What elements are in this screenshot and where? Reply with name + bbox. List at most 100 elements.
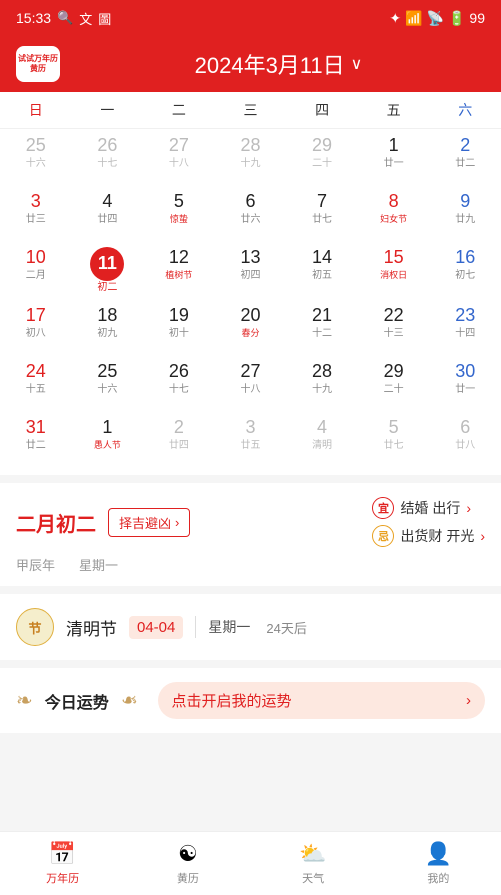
- fortune-button[interactable]: 点击开启我的运势 ›: [158, 682, 485, 719]
- ji-row[interactable]: 忌 出货财 开光 ›: [372, 525, 485, 547]
- festival-date-badge: 04-04: [129, 616, 183, 639]
- date-picker-chevron[interactable]: ∨: [351, 54, 363, 74]
- mine-nav-icon: 👤: [425, 841, 452, 867]
- fortune-deco-right-icon: ❧: [121, 688, 138, 713]
- day-cell[interactable]: 10二月: [0, 241, 72, 299]
- day-cell[interactable]: 11初二: [72, 241, 144, 299]
- day-sub: 惊蛰: [170, 215, 188, 224]
- day-cell[interactable]: 14 初五: [286, 241, 358, 299]
- day-cell[interactable]: 5惊蛰: [143, 185, 215, 241]
- day-cell[interactable]: 3廿三: [0, 185, 72, 241]
- day-number: 27: [240, 361, 260, 383]
- day-cell[interactable]: 2廿四: [143, 411, 215, 467]
- nav-item-calendar[interactable]: 📅 万年历: [0, 832, 125, 895]
- day-number: 6: [245, 191, 255, 213]
- day-sub: 十四: [455, 329, 475, 339]
- day-cell[interactable]: 13初四: [215, 241, 287, 299]
- day-cell[interactable]: 2廿二: [429, 129, 501, 185]
- day-cell[interactable]: 27十八: [143, 129, 215, 185]
- ji-badge: 忌: [372, 525, 394, 547]
- fortune-btn-arrow: ›: [466, 692, 471, 709]
- day-cell[interactable]: 21十二: [286, 299, 358, 355]
- day-cell[interactable]: 25十六: [0, 129, 72, 185]
- day-cell[interactable]: 23十四: [429, 299, 501, 355]
- day-cell[interactable]: 16初七: [429, 241, 501, 299]
- day-cell[interactable]: 4清明: [286, 411, 358, 467]
- status-icons: ✦ 📶 📡 🔋 99: [389, 10, 485, 27]
- day-cell[interactable]: 4廿四: [72, 185, 144, 241]
- day-cell[interactable]: 19初十: [143, 299, 215, 355]
- day-cell[interactable]: 1廿一: [358, 129, 430, 185]
- nav-item-weather[interactable]: ⛅ 天气: [251, 832, 376, 895]
- lunar-info-section: 二月初二 择吉避凶 › 宜 结婚 出行 › 忌 出货财 开光 › 甲辰年 星: [0, 483, 501, 586]
- nav-label-calendar: 万年历: [46, 870, 79, 886]
- day-cell[interactable]: 18初九: [72, 299, 144, 355]
- time-display: 15:33: [16, 10, 51, 26]
- 择吉避凶-button[interactable]: 择吉避凶 ›: [108, 508, 190, 537]
- day-sub: 二十: [384, 385, 404, 395]
- day-cell[interactable]: 9廿九: [429, 185, 501, 241]
- status-time: 15:33 🔍 文 圖: [16, 9, 111, 28]
- zhaiji-label: 择吉避凶: [119, 513, 171, 532]
- day-cell[interactable]: 26十七: [143, 355, 215, 411]
- day-cell[interactable]: 28十九: [286, 355, 358, 411]
- festival-badge: 节: [16, 608, 54, 646]
- weekday-sat: 六: [429, 92, 501, 128]
- fortune-section: ❧ 今日运势 ❧ 点击开启我的运势 ›: [0, 668, 501, 733]
- calendar-nav-icon: 📅: [49, 841, 76, 867]
- day-number: 3: [245, 417, 255, 439]
- day-cell[interactable]: 26十七: [72, 129, 144, 185]
- day-number: 1: [389, 135, 399, 157]
- day-cell[interactable]: 20春分: [215, 299, 287, 355]
- header-date-title[interactable]: 2024年3月11日 ∨: [72, 48, 485, 80]
- day-cell[interactable]: 28十九: [215, 129, 287, 185]
- day-cell[interactable]: 31廿二: [0, 411, 72, 467]
- day-cell[interactable]: 15消权日: [358, 241, 430, 299]
- calendar-grid: 25十六26十七27十八28十九29二十1廿一2廿二3廿三4廿四5惊蛰6廿六7廿…: [0, 129, 501, 467]
- day-cell[interactable]: 22十三: [358, 299, 430, 355]
- calendar-section: 日 一 二 三 四 五 六 25十六26十七27十八28十九29二十1廿一2廿二…: [0, 92, 501, 475]
- day-cell[interactable]: 27十八: [215, 355, 287, 411]
- day-number: 7: [317, 191, 327, 213]
- day-cell[interactable]: 5廿七: [358, 411, 430, 467]
- day-cell[interactable]: 3 廿五: [215, 411, 287, 467]
- festival-section[interactable]: 节 清明节 04-04 星期一 24天后: [0, 594, 501, 660]
- day-number: 14: [312, 247, 332, 269]
- day-number: 20: [240, 305, 260, 327]
- day-number: 29: [384, 361, 404, 383]
- ganzhi-year: 甲辰年: [16, 555, 55, 574]
- yi-row[interactable]: 宜 结婚 出行 ›: [372, 497, 485, 519]
- festival-days-later: 24天后: [266, 618, 306, 637]
- signal-icon: 📶: [405, 10, 422, 27]
- yi-badge: 宜: [372, 497, 394, 519]
- day-cell[interactable]: 29二十: [286, 129, 358, 185]
- day-cell[interactable]: 24十五: [0, 355, 72, 411]
- day-cell[interactable]: 17初八: [0, 299, 72, 355]
- day-sub: 初十: [169, 329, 189, 339]
- nav-item-mine[interactable]: 👤 我的: [376, 832, 501, 895]
- day-number: 3: [31, 191, 41, 213]
- day-cell[interactable]: 12植树节: [143, 241, 215, 299]
- day-cell[interactable]: 8妇女节: [358, 185, 430, 241]
- day-number: 5: [389, 417, 399, 439]
- day-number: 27: [169, 135, 189, 157]
- day-sub: 廿九: [455, 215, 475, 225]
- day-sub: 廿四: [97, 215, 117, 225]
- nav-item-huangli[interactable]: ☯ 黄历: [125, 832, 250, 895]
- huangli-nav-icon: ☯: [178, 841, 198, 867]
- festival-weekday: 星期一: [208, 617, 250, 637]
- day-cell[interactable]: 1愚人节: [72, 411, 144, 467]
- weekday-fri: 五: [358, 92, 430, 128]
- zhaiji-arrow: ›: [175, 515, 179, 530]
- day-cell[interactable]: 25十六: [72, 355, 144, 411]
- day-cell[interactable]: 29 二十: [358, 355, 430, 411]
- day-cell[interactable]: 7廿七: [286, 185, 358, 241]
- battery-icon: 🔋: [448, 10, 465, 27]
- day-sub: 初五: [312, 271, 332, 281]
- day-sub: 廿五: [240, 441, 260, 451]
- day-sub: 十三: [384, 329, 404, 339]
- day-cell[interactable]: 6廿六: [215, 185, 287, 241]
- day-sub: 廿一: [455, 385, 475, 395]
- day-cell[interactable]: 30廿一: [429, 355, 501, 411]
- day-cell[interactable]: 6廿八: [429, 411, 501, 467]
